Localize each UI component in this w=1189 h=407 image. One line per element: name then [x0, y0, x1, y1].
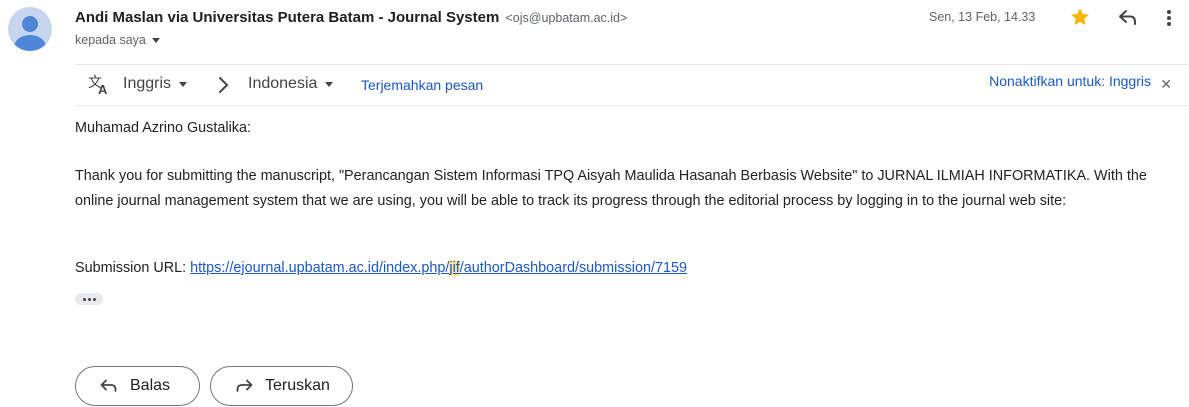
url-highlight: jif — [449, 260, 460, 276]
target-language-select[interactable]: Indonesia — [248, 75, 334, 93]
url-part-2: /authorDashboard/submission/7159 — [459, 260, 687, 276]
recipient-label: kepada saya — [75, 33, 146, 47]
reply-icon[interactable] — [1118, 8, 1138, 31]
reply-button[interactable]: Balas — [75, 366, 200, 406]
close-icon[interactable]: ✕ — [1160, 76, 1172, 93]
dot-icon — [92, 297, 96, 301]
more-vert-icon[interactable] — [1166, 9, 1172, 32]
avatar[interactable] — [8, 7, 52, 51]
translate-icon: 文 A — [87, 74, 111, 101]
chevron-down-icon — [325, 81, 334, 87]
translate-message-link[interactable]: Terjemahkan pesan — [361, 77, 483, 93]
dot-icon — [82, 297, 86, 301]
forward-icon — [236, 379, 253, 392]
recipient-details[interactable]: kepada saya — [75, 33, 160, 47]
submission-url-link[interactable]: https://ejournal.upbatam.ac.id/index.php… — [190, 260, 687, 276]
chevron-right-icon — [217, 76, 229, 99]
source-language-select[interactable]: Inggris — [123, 75, 188, 93]
reply-button-label: Balas — [130, 377, 171, 394]
submission-url-label: Submission URL: — [75, 260, 191, 276]
message-date: Sen, 13 Feb, 14.33 — [929, 10, 1036, 24]
disable-translate-link[interactable]: Nonaktifkan untuk: Inggris — [989, 73, 1151, 89]
sender-line: Andi Maslan via Universitas Putera Batam… — [75, 9, 627, 26]
forward-button[interactable]: Teruskan — [210, 366, 353, 406]
sender-name[interactable]: Andi Maslan via Universitas Putera Batam… — [75, 9, 499, 26]
dot-icon — [87, 297, 91, 301]
submission-url-line: Submission URL: https://ejournal.upbatam… — [75, 260, 687, 276]
target-language-label: Indonesia — [248, 75, 318, 92]
chevron-down-icon[interactable] — [151, 37, 160, 43]
sender-email: <ojs@upbatam.ac.id> — [505, 11, 628, 25]
reply-icon — [100, 379, 117, 392]
translate-bar: 文 A Inggris Indonesia Terjemahkan pesan … — [75, 64, 1188, 106]
chevron-down-icon — [179, 81, 188, 87]
person-icon — [14, 16, 46, 51]
star-icon[interactable] — [1069, 6, 1091, 33]
source-language-label: Inggris — [123, 75, 172, 92]
forward-button-label: Teruskan — [265, 377, 330, 394]
show-trimmed-content-button[interactable] — [75, 293, 103, 305]
email-greeting: Muhamad Azrino Gustalika: — [75, 120, 251, 136]
svg-text:A: A — [98, 82, 108, 96]
email-paragraph: Thank you for submitting the manuscript,… — [75, 168, 1147, 209]
url-part-1: https://ejournal.upbatam.ac.id/index.php… — [190, 260, 450, 276]
